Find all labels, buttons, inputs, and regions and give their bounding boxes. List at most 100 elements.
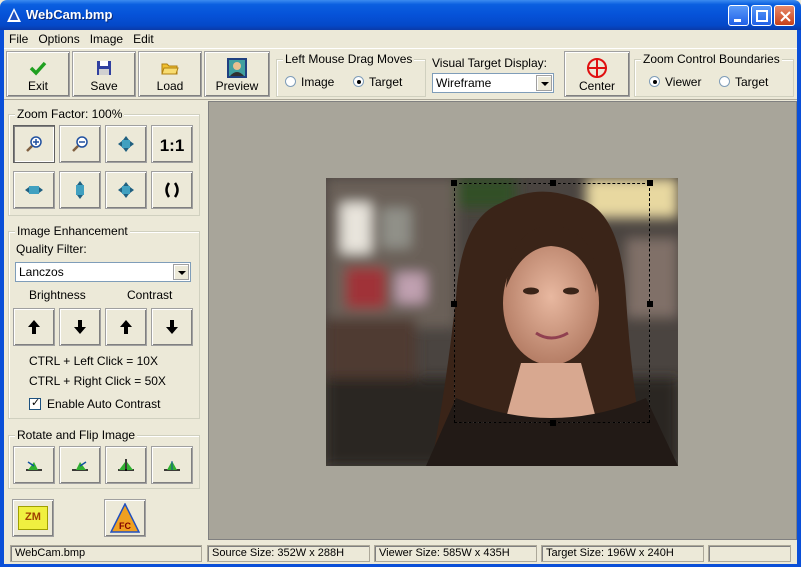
center-label: Center	[578, 79, 616, 93]
minimize-button[interactable]	[728, 5, 749, 26]
zm-button[interactable]: ZM	[12, 499, 54, 537]
zoom-boundaries-title: Zoom Control Boundaries	[641, 52, 782, 66]
preview-label: Preview	[215, 79, 259, 93]
flip-vertical-button[interactable]	[151, 446, 193, 484]
resize-handle[interactable]	[550, 180, 556, 186]
load-label: Load	[156, 79, 184, 93]
chevron-down-icon[interactable]	[536, 75, 552, 91]
brightness-up-button[interactable]	[13, 308, 55, 346]
drag-target-radio[interactable]: Target	[353, 75, 402, 89]
menu-edit[interactable]: Edit	[128, 30, 159, 48]
zoom-in-button[interactable]	[13, 125, 55, 163]
actual-size-button[interactable]: 1:1	[151, 125, 193, 163]
menu-options[interactable]: Options	[33, 30, 84, 48]
drag-moves-group: Left Mouse Drag Moves Image Target	[276, 52, 426, 97]
toolbar: Exit Save Load Preview Left Mouse Drag M…	[4, 48, 797, 100]
maximize-icon	[756, 10, 768, 22]
close-icon	[780, 11, 791, 22]
drag-moves-title: Left Mouse Drag Moves	[283, 52, 415, 66]
rotate-right-icon	[72, 461, 88, 471]
hint-ctrl-right: CTRL + Right Click = 50X	[29, 374, 166, 388]
chevron-down-icon[interactable]	[173, 264, 189, 280]
status-viewer-size: Viewer Size: 585W x 435H	[374, 545, 537, 562]
status-file: WebCam.bmp	[10, 545, 202, 562]
brackets-reset-icon	[165, 182, 179, 198]
save-button[interactable]: Save	[72, 51, 136, 97]
save-label: Save	[90, 79, 118, 93]
fit-width-button[interactable]	[13, 171, 55, 209]
bounds-target-label: Target	[735, 75, 769, 89]
radio-dot	[719, 76, 730, 87]
fit-height-icon	[76, 181, 84, 199]
status-extra	[708, 545, 791, 562]
one-to-one-label: 1:1	[159, 136, 185, 155]
fit-both-button[interactable]	[105, 171, 147, 209]
exit-button[interactable]: Exit	[6, 51, 70, 97]
checkmark-icon	[29, 61, 47, 76]
radio-dot-selected	[649, 76, 660, 87]
crosshair-icon	[587, 58, 607, 78]
maximize-button[interactable]	[751, 5, 772, 26]
rotate-left-button[interactable]	[13, 446, 55, 484]
center-button[interactable]: Center	[564, 51, 630, 97]
resize-handle[interactable]	[451, 180, 457, 186]
portrait-preview-icon	[227, 58, 247, 78]
brightness-label: Brightness	[29, 288, 86, 302]
zoom-out-button[interactable]	[59, 125, 101, 163]
drag-target-label: Target	[369, 75, 403, 89]
radio-dot	[285, 76, 296, 87]
target-wireframe[interactable]	[451, 180, 653, 426]
fit-view-button[interactable]	[105, 125, 147, 163]
resize-handle[interactable]	[647, 301, 653, 307]
visual-target-label: Visual Target Display:	[432, 56, 547, 70]
reset-view-button[interactable]	[151, 171, 193, 209]
auto-contrast-label: Enable Auto Contrast	[47, 397, 161, 411]
menu-file[interactable]: File	[4, 30, 33, 48]
image-viewer[interactable]	[208, 101, 797, 540]
zoom-boundaries-group: Zoom Control Boundaries Viewer Target	[634, 52, 794, 97]
status-source-size: Source Size: 352W x 288H	[207, 545, 370, 562]
window-frame-right	[797, 30, 801, 567]
quality-filter-label: Quality Filter:	[16, 242, 87, 256]
resize-handle[interactable]	[550, 420, 556, 426]
fit-height-button[interactable]	[59, 171, 101, 209]
drag-image-radio[interactable]: Image	[285, 75, 334, 89]
bounds-target-radio[interactable]: Target	[719, 75, 768, 89]
flip-horizontal-icon	[118, 459, 134, 471]
zm-badge: ZM	[18, 506, 48, 530]
bounds-viewer-radio[interactable]: Viewer	[649, 75, 701, 89]
fit-width-icon	[25, 186, 43, 194]
quality-filter-select[interactable]: Lanczos	[15, 262, 191, 282]
exit-label: Exit	[27, 79, 48, 93]
image-enhancement-group: Image Enhancement Quality Filter: Lanczo…	[8, 224, 200, 419]
preview-button[interactable]: Preview	[204, 51, 270, 97]
window-title: WebCam.bmp	[26, 7, 113, 22]
title-bar: WebCam.bmp	[0, 0, 801, 30]
flip-horizontal-button[interactable]	[105, 446, 147, 484]
left-panel: Zoom Factor: 100% 1:1 Image Enhancement …	[4, 100, 208, 541]
image-enhancement-title: Image Enhancement	[15, 224, 130, 238]
zoom-factor-title: Zoom Factor: 100%	[15, 107, 125, 121]
arrow-down-icon	[166, 320, 178, 334]
fit-both-icon	[118, 182, 134, 198]
quality-filter-value: Lanczos	[19, 265, 64, 279]
resize-handle[interactable]	[451, 301, 457, 307]
flip-vertical-icon	[164, 461, 180, 471]
close-button[interactable]	[774, 5, 795, 26]
brightness-down-button[interactable]	[59, 308, 101, 346]
checkbox-checked-icon[interactable]	[29, 396, 41, 410]
visual-target-select[interactable]: Wireframe	[432, 73, 554, 93]
auto-contrast-checkbox[interactable]: Enable Auto Contrast	[29, 396, 161, 411]
fit-arrows-icon	[118, 136, 134, 152]
menu-image[interactable]: Image	[85, 30, 128, 48]
contrast-down-button[interactable]	[151, 308, 193, 346]
rotate-flip-group: Rotate and Flip Image	[8, 428, 200, 489]
hint-ctrl-left: CTRL + Left Click = 10X	[29, 354, 158, 368]
folder-icon	[161, 63, 179, 75]
load-button[interactable]: Load	[138, 51, 202, 97]
rotate-right-button[interactable]	[59, 446, 101, 484]
contrast-up-button[interactable]	[105, 308, 147, 346]
fc-button[interactable]: FC	[104, 499, 146, 537]
zoom-out-icon	[72, 136, 88, 152]
resize-handle[interactable]	[647, 180, 653, 186]
